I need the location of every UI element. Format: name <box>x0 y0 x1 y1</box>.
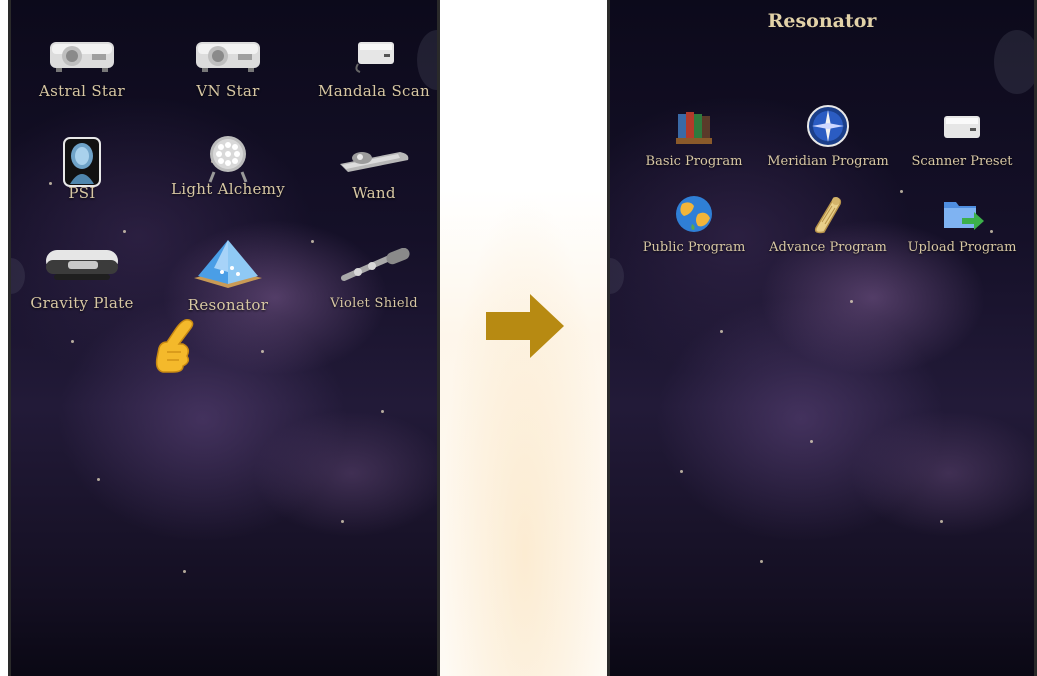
app-label: Mandala Scan <box>318 82 430 100</box>
projector-icon <box>42 34 122 78</box>
projector-icon <box>188 34 268 78</box>
program-meridian[interactable]: Meridian Program <box>758 104 898 169</box>
app-label: Wand <box>352 184 396 202</box>
app-vn-star[interactable]: VN Star <box>163 34 293 100</box>
app-violet-shield[interactable]: Violet Shield <box>309 247 437 311</box>
program-label: Public Program <box>642 240 746 255</box>
app-mandala-scan[interactable]: Mandala Scan <box>309 34 437 100</box>
app-resonator[interactable]: Resonator <box>163 238 293 314</box>
program-advance[interactable]: Advance Program <box>758 194 898 255</box>
wand-device-icon <box>334 136 414 184</box>
scanner-device-icon <box>334 34 414 78</box>
edge-decoration <box>994 30 1034 94</box>
edge-decoration <box>610 258 624 294</box>
program-label: Upload Program <box>907 240 1017 255</box>
pointing-hand-icon <box>153 318 199 378</box>
page-title: Resonator <box>767 10 877 32</box>
scroll-icon <box>806 194 850 234</box>
program-scanner-preset[interactable]: Scanner Preset <box>892 108 1032 169</box>
folder-upload-icon <box>940 194 984 234</box>
pyramid-device-icon <box>188 238 268 290</box>
program-label: Scanner Preset <box>911 154 1013 169</box>
shield-device-icon <box>334 247 414 288</box>
program-label: Advance Program <box>769 240 887 255</box>
app-label: Astral Star <box>39 82 125 100</box>
app-gravity-plate[interactable]: Gravity Plate <box>17 244 147 312</box>
program-basic[interactable]: Basic Program <box>624 108 764 169</box>
home-screen: Astral Star VN Star Mandala Scan PSI Lig… <box>8 0 440 676</box>
resonator-screen: Resonator Basic Program Meridian Program <box>607 0 1037 676</box>
scanner-icon <box>940 108 984 148</box>
head-profile-icon <box>42 136 122 188</box>
app-wand[interactable]: Wand <box>309 136 437 202</box>
program-label: Meridian Program <box>767 154 889 169</box>
globe-icon <box>672 194 716 234</box>
app-label: VN Star <box>196 82 260 100</box>
compass-icon <box>806 104 850 148</box>
app-psi[interactable]: PSI <box>17 136 147 202</box>
program-public[interactable]: Public Program <box>624 194 764 255</box>
program-upload[interactable]: Upload Program <box>892 194 1032 255</box>
led-spotlight-icon <box>188 132 268 184</box>
app-astral-star[interactable]: Astral Star <box>17 34 147 100</box>
plate-device-icon <box>42 244 122 288</box>
transition-arrow-icon <box>486 294 564 362</box>
program-label: Basic Program <box>645 154 743 169</box>
books-icon <box>672 108 716 148</box>
app-label: Violet Shield <box>330 296 418 311</box>
watermark-logo <box>440 190 610 676</box>
app-light-alchemy[interactable]: Light Alchemy <box>163 132 293 198</box>
app-label: Gravity Plate <box>30 294 134 312</box>
app-label: Resonator <box>187 296 269 314</box>
